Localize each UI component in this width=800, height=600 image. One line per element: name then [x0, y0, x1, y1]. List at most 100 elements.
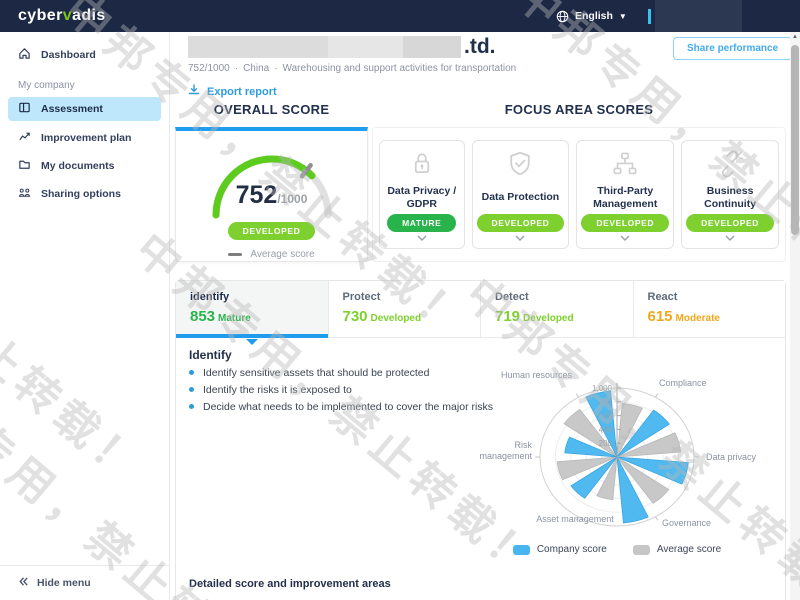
- score-max: /1000: [277, 192, 307, 206]
- trend-up-icon: [18, 130, 31, 146]
- chevron-down-icon[interactable]: [620, 235, 630, 241]
- tab-identify[interactable]: identify 853Mature: [176, 281, 329, 337]
- function-scores-card: identify 853Mature Protect 730Developed …: [175, 280, 786, 600]
- sidebar-section-my-company: My company: [18, 80, 151, 91]
- average-score-label: Average score: [250, 249, 314, 260]
- tab-score: 730: [343, 308, 368, 325]
- sidebar-item-my-documents[interactable]: My documents: [8, 155, 161, 177]
- sidebar-item-assessment[interactable]: Assessment: [8, 97, 161, 121]
- company-score-swatch: [513, 545, 530, 555]
- focus-card-badge: MATURE: [387, 214, 456, 232]
- company-subtitle: 752/1000 · China · Warehousing and support a…: [188, 63, 516, 74]
- chart-legend: Company score Average score: [474, 544, 760, 555]
- chevron-down-icon[interactable]: [515, 235, 525, 241]
- chevron-down-icon[interactable]: [417, 235, 427, 241]
- sidebar-item-dashboard[interactable]: Dashboard: [8, 44, 161, 66]
- language-label: English: [575, 10, 613, 22]
- sidebar-item-sharing-options[interactable]: Sharing options: [8, 183, 161, 205]
- cursor-caret: [648, 9, 651, 24]
- svg-text:400: 400: [599, 425, 613, 434]
- redaction-box: [188, 36, 328, 58]
- tab-detect[interactable]: Detect 719Developed: [481, 281, 634, 337]
- tab-protect[interactable]: Protect 730Developed: [329, 281, 482, 337]
- axis-label-compliance: Compliance: [659, 378, 739, 389]
- legend-label: Company score: [537, 544, 607, 555]
- hide-menu-label: Hide menu: [37, 577, 91, 589]
- domain-score-chart: 2004006008001,000 Human resources Compli…: [474, 368, 794, 568]
- tab-label: React: [648, 291, 786, 303]
- scrollbar-thumb[interactable]: [791, 45, 799, 235]
- svg-text:1,000: 1,000: [592, 384, 613, 393]
- header-highlight: [655, 0, 742, 32]
- overall-score-heading: OVERALL SCORE: [175, 102, 368, 117]
- scroll-up-arrow[interactable]: ▲: [790, 34, 800, 40]
- cybervadis-logo[interactable]: cybervadis: [18, 7, 106, 25]
- tab-score: 853: [190, 308, 215, 325]
- home-icon: [18, 47, 31, 63]
- focus-card-third-party-management[interactable]: Third-Party Management DEVELOPED: [576, 140, 674, 249]
- sidebar-item-label: Dashboard: [41, 49, 96, 61]
- sidebar-item-improvement-plan[interactable]: Improvement plan: [8, 127, 161, 149]
- svg-text:800: 800: [599, 398, 613, 407]
- vertical-scrollbar[interactable]: ▲: [790, 32, 800, 600]
- chain-link-icon: [715, 149, 745, 179]
- score-number: 752: [236, 181, 278, 209]
- axis-label-asset-management: Asset management: [534, 514, 616, 525]
- bullet-text: Identify the risks it is exposed to: [203, 384, 352, 396]
- chevron-down-icon[interactable]: [725, 235, 735, 241]
- download-icon: [188, 84, 200, 99]
- logo-v-check-icon: v: [63, 7, 72, 24]
- separator: ·: [235, 63, 238, 74]
- score-summary: 752/1000: [188, 63, 230, 74]
- sidebar: Dashboard My company Assessment Improvem…: [0, 32, 170, 600]
- hide-menu-button[interactable]: Hide menu: [0, 565, 169, 600]
- focus-card-data-privacy-gdpr[interactable]: Data Privacy / GDPR MATURE: [379, 140, 465, 249]
- language-selector[interactable]: English ▼: [556, 0, 627, 32]
- tab-score: 615: [648, 308, 673, 325]
- separator: ·: [274, 63, 277, 74]
- tab-level: Mature: [218, 313, 251, 324]
- tab-label: Detect: [495, 291, 633, 303]
- sidebar-item-label: Assessment: [41, 103, 103, 115]
- focus-card-title: Third-Party Management: [581, 185, 669, 211]
- export-report-link[interactable]: Export report: [188, 84, 277, 99]
- bullet-text: Decide what needs to be implemented to c…: [203, 401, 493, 413]
- focus-card-business-continuity[interactable]: Business Continuity DEVELOPED: [681, 140, 779, 249]
- folder-icon: [18, 158, 31, 174]
- lock-icon: [407, 149, 437, 179]
- globe-icon: [556, 10, 569, 23]
- chevron-down-icon: ▼: [619, 12, 627, 21]
- focus-card-data-protection[interactable]: Data Protection DEVELOPED: [472, 140, 570, 249]
- function-tabs: identify 853Mature Protect 730Developed …: [176, 281, 785, 338]
- bullet-dot-icon: [189, 404, 194, 409]
- svg-text:600: 600: [599, 412, 613, 421]
- average-dash-icon: [228, 253, 242, 256]
- overall-level-badge: DEVELOPED: [228, 222, 316, 240]
- overall-score-value: 752/1000: [197, 181, 347, 210]
- assessment-board-icon: [18, 101, 31, 117]
- polar-chart-canvas: 2004006008001,000: [474, 368, 794, 568]
- logo-text-2: adis: [72, 7, 106, 24]
- overall-score-card: 752/1000 DEVELOPED Average score: [175, 127, 368, 262]
- industry: Warehousing and support activities for t…: [283, 63, 517, 74]
- identify-heading: Identify: [189, 348, 232, 362]
- axis-label-risk-management: Risk management: [474, 440, 532, 462]
- legend-label: Average score: [657, 544, 721, 555]
- bullet-text: Identify sensitive assets that should be…: [203, 367, 429, 379]
- share-performance-button[interactable]: Share performance: [673, 37, 792, 60]
- page-title: .td.: [188, 34, 496, 60]
- focus-card-badge: DEVELOPED: [581, 214, 669, 232]
- identify-bullets: Identify sensitive assets that should be…: [189, 364, 493, 415]
- main-content: .td. Share performance 752/1000 · China · Wa…: [170, 32, 790, 600]
- sidebar-item-label: My documents: [41, 160, 115, 172]
- average-score-swatch: [633, 545, 650, 555]
- country: China: [243, 63, 269, 74]
- tab-level: Developed: [523, 313, 574, 324]
- tab-react[interactable]: React 615Moderate: [634, 281, 786, 337]
- focus-card-title: Data Protection: [482, 185, 560, 211]
- average-score-legend: Average score: [176, 249, 367, 260]
- double-chevron-left-icon: [18, 576, 29, 590]
- org-chart-icon: [610, 149, 640, 179]
- tab-level: Moderate: [676, 313, 720, 324]
- redaction-box: [403, 36, 461, 58]
